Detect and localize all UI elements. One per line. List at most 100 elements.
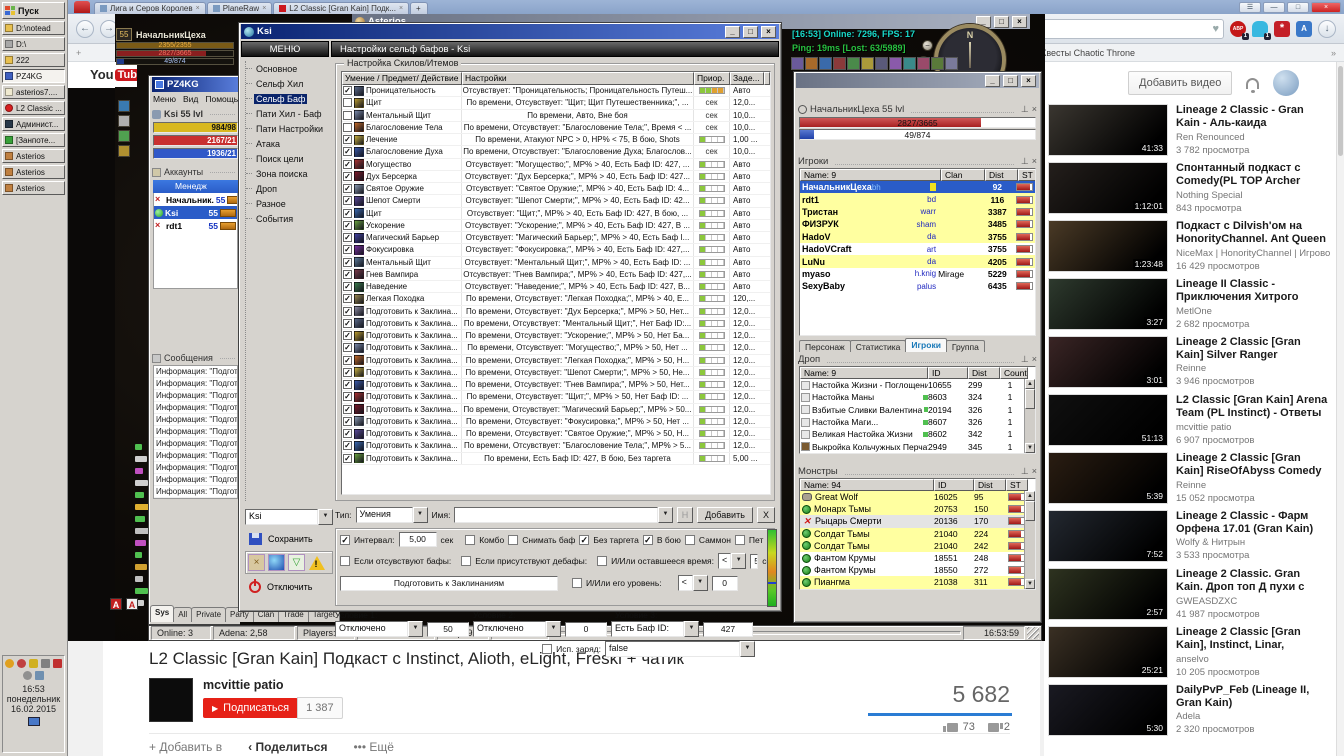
row-checkbox[interactable]: ✓ [343, 453, 352, 463]
drop-row[interactable]: Великая Настойка Жизни 8602 342 1 [800, 428, 1035, 440]
close-button[interactable]: × [1012, 15, 1027, 28]
notarget-checkbox[interactable]: ✓ [579, 534, 590, 545]
message-row[interactable]: Информация: "Подгот [154, 378, 237, 390]
table-row[interactable]: ✓ Гнев Вампира Отсувствует: "Гнев Вампира;… [342, 268, 770, 281]
message-row[interactable]: Информация: "Подгот [154, 414, 237, 426]
player-row[interactable]: myaso h.knig Mirage 5229 [800, 268, 1035, 280]
charge-select[interactable]: false ▼ [605, 641, 755, 657]
level-op[interactable]: < ▼ [677, 575, 708, 591]
info-tab[interactable]: Персонаж [799, 340, 851, 352]
row-checkbox[interactable]: ✓ [343, 294, 352, 304]
column-header[interactable]: ST [1006, 479, 1028, 491]
row-checkbox[interactable]: ✓ [343, 416, 352, 426]
related-video[interactable]: 5:30 DailyPvP_Feb (Lineage II, Gran Kain)… [1048, 684, 1330, 736]
warning-icon[interactable] [308, 554, 325, 571]
table-row[interactable]: ✓ Подготовить к Заклина... По времени, Отс… [342, 440, 770, 453]
table-row[interactable]: Щит По времени, Отсувствует: "Щит; Щит Пу… [342, 97, 770, 110]
tab-close-icon[interactable]: × [399, 5, 403, 12]
ksi-menu-item[interactable]: Разное [246, 196, 331, 211]
player-row[interactable]: SexyBaby palus 6435 [800, 280, 1035, 292]
messages-section-header[interactable]: Сообщения [151, 351, 240, 365]
close-button[interactable]: × [1021, 74, 1036, 87]
column-header[interactable]: Умение / Предмет/ Действие [342, 72, 462, 85]
game-toolbar-icon[interactable] [118, 100, 130, 112]
row-checkbox[interactable]: ✓ [343, 367, 352, 377]
row-checkbox[interactable]: ✓ [343, 343, 352, 353]
close-icon[interactable]: × [1032, 354, 1037, 364]
ksi-menu-item[interactable]: Атака [246, 136, 331, 151]
adblock-icon[interactable]: ABP 1 [1230, 20, 1249, 40]
remaining-field[interactable]: 5 [750, 553, 759, 569]
info-tab[interactable]: Игроки [905, 338, 947, 352]
message-row[interactable]: Информация: "Подгот [154, 474, 237, 486]
row-checkbox[interactable]: ✓ [343, 86, 352, 96]
column-header[interactable]: Заде... [730, 72, 764, 85]
row-checkbox[interactable]: ✓ [343, 184, 352, 194]
taskbar-item[interactable]: 222 [2, 53, 65, 67]
profile-select[interactable]: Ksi ▼ [245, 509, 333, 525]
column-header[interactable]: Dist [985, 169, 1018, 181]
column-header[interactable] [764, 72, 770, 85]
drop-row[interactable]: Настойка Маги... 8607 326 1 [800, 416, 1035, 428]
chat-tab[interactable]: All [173, 607, 193, 622]
row-checkbox[interactable]: ✓ [343, 257, 352, 267]
related-video[interactable]: 25:21 Lineage 2 Classic [Gran Kain], Inst… [1048, 626, 1330, 678]
close-button[interactable]: × [1311, 2, 1341, 13]
related-video[interactable]: 1:12:01 Спонтанный подкаст с Comedy(PL TO… [1048, 162, 1330, 214]
add-to-button[interactable]: + Добавить в [149, 740, 222, 754]
drop-scrollbar[interactable]: ▲ ▼ [1024, 379, 1035, 453]
related-video[interactable]: 5:39 Lineage 2 Classic [Gran Kain] RiseOf… [1048, 452, 1330, 504]
row-checkbox[interactable]: ✓ [343, 269, 352, 279]
video-title[interactable]: Lineage 2 Classic. Gran Kain. Дроп топ Д… [1176, 568, 1330, 594]
message-row[interactable]: Информация: "Подгот [154, 438, 237, 450]
video-title[interactable]: Подкаст с Dilvish'ом на HonorityChannel.… [1176, 220, 1330, 246]
table-row[interactable]: ✓ Магический Барьер Отсувствует: "Магическ… [342, 232, 770, 245]
minimize-button[interactable]: — [1263, 2, 1285, 13]
pet-checkbox[interactable] [734, 534, 745, 545]
channel-avatar[interactable] [149, 678, 193, 722]
table-row[interactable]: ✓ Подготовить к Заклина... По времени, Отс… [342, 415, 770, 428]
level-checkbox[interactable] [572, 578, 582, 588]
ksi-menu-item[interactable]: Пати Настройки [246, 121, 331, 136]
table-row[interactable]: Ментальный Щит По времени, Авто, Вне боя с… [342, 109, 770, 122]
message-row[interactable]: Информация: "Подгот [154, 402, 237, 414]
drop-row[interactable]: Выкройка Кольчужных Перчато 2949 345 1 [800, 440, 1035, 452]
table-row[interactable]: ✓ Могущество Отсувствует: "Могущество;", M… [342, 158, 770, 171]
browser-tab[interactable]: PlaneRaw × [206, 2, 273, 14]
start-button[interactable]: Пуск [2, 2, 65, 19]
table-row[interactable]: Благословение Тела По времени, Отсувствуе… [342, 121, 770, 134]
monster-row[interactable]: Фантом Крумы 18550 272 [800, 564, 1035, 576]
drop-row[interactable]: Настойка Маны 8603 324 1 [800, 391, 1035, 403]
monster-row[interactable]: Солдат Тьмы 21040 242 [800, 539, 1035, 552]
info-tab[interactable]: Группа [945, 340, 985, 352]
cond1-field[interactable]: 50 [427, 621, 469, 637]
pin-icon[interactable]: ⊥ [1021, 104, 1029, 115]
removebuff-checkbox[interactable] [508, 534, 519, 545]
row-checkbox[interactable]: ✓ [343, 135, 352, 145]
taskbar-item[interactable]: Asterios [2, 181, 65, 195]
desktop-icon[interactable] [27, 717, 40, 726]
accounts-section-header[interactable]: Аккаунты [151, 165, 240, 179]
table-row[interactable]: ✓ Щит Отсувствует: "Щит;", MP% > 40, Есть … [342, 207, 770, 220]
column-header[interactable]: ID [934, 479, 974, 491]
table-row[interactable]: ✓ Фокусировка Отсувствует: "Фокусировка;",… [342, 244, 770, 257]
drop-row[interactable]: Настойка Жизни - Поглощение 10655 299 1 [800, 379, 1035, 391]
cond2-select[interactable]: Отключено ▼ [473, 621, 561, 637]
summon-checkbox[interactable] [684, 534, 695, 545]
table-row[interactable]: ✓ Подготовить к Заклина... По времени, Отс… [342, 428, 770, 441]
ksi-titlebar[interactable]: Ksi _ □ × [241, 24, 779, 39]
maximize-button[interactable]: □ [1287, 2, 1309, 13]
monster-row[interactable]: Монарх Тьмы 20753 150 [800, 503, 1035, 516]
close-icon[interactable]: × [1032, 466, 1037, 476]
skill-name-field[interactable]: Подготовить к Заклинаниям [340, 575, 558, 591]
table-row[interactable]: ✓ Ментальный Щит Отсувствует: "Ментальный … [342, 256, 770, 269]
globe-icon[interactable] [268, 554, 285, 571]
table-row[interactable]: ✓ Подготовить к Заклина... По времени, Отс… [342, 330, 770, 343]
panels-icon[interactable]: ☰ [1239, 2, 1261, 13]
name-select[interactable]: ▼ [454, 507, 673, 523]
column-header[interactable]: Приор. [694, 72, 730, 85]
game-toolbar-icon[interactable] [118, 130, 130, 142]
row-checkbox[interactable]: ✓ [343, 331, 352, 341]
column-header[interactable]: Name: 9 [800, 367, 928, 379]
row-checkbox[interactable]: ✓ [343, 392, 352, 402]
